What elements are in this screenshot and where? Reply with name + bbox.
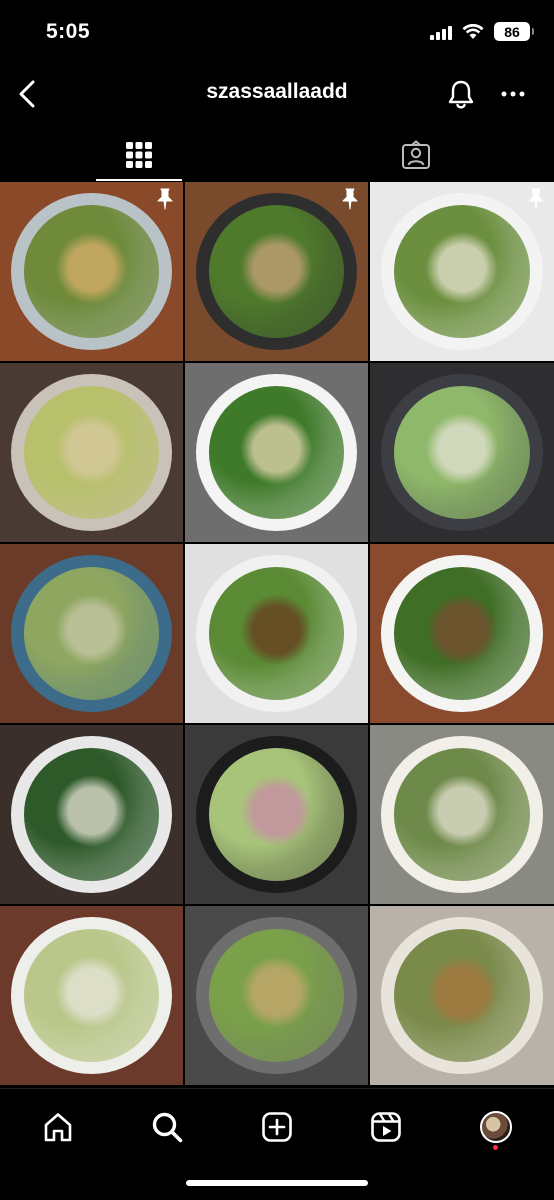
post-thumbnail[interactable] [185, 363, 368, 542]
salad-topping [239, 413, 314, 485]
salad-topping [54, 232, 129, 304]
post-thumbnail[interactable] [0, 363, 183, 542]
post-thumbnail[interactable] [370, 544, 554, 723]
pinned-icon [155, 188, 175, 215]
notifications-button[interactable] [444, 76, 478, 112]
post-thumbnail[interactable] [0, 906, 183, 1085]
post-thumbnail[interactable] [185, 544, 368, 723]
battery-indicator: 86 [494, 22, 534, 41]
nav-create[interactable] [255, 1105, 299, 1149]
create-post-icon [262, 1112, 292, 1142]
post-thumbnail[interactable] [370, 182, 554, 361]
salad-topping [54, 775, 129, 847]
bell-icon [448, 80, 474, 109]
activity-dot [493, 1145, 498, 1150]
post-thumbnail[interactable] [185, 182, 368, 361]
post-thumbnail[interactable] [185, 906, 368, 1085]
pinned-icon [340, 188, 360, 215]
post-thumbnail[interactable] [0, 544, 183, 723]
post-thumbnail[interactable] [370, 725, 554, 904]
profile-header: szassaallaadd [0, 66, 554, 122]
salad-topping [425, 232, 499, 304]
nav-profile[interactable] [474, 1105, 518, 1149]
salad-topping [54, 956, 129, 1028]
salad-topping [425, 956, 499, 1028]
home-indicator [186, 1180, 368, 1186]
salad-topping [54, 413, 129, 485]
more-options-button[interactable] [496, 76, 530, 112]
post-thumbnail[interactable] [0, 182, 183, 361]
cellular-signal-icon [430, 24, 452, 40]
wifi-icon [462, 23, 484, 39]
battery-level: 86 [504, 23, 520, 40]
post-thumbnail[interactable] [370, 906, 554, 1085]
profile-avatar [480, 1111, 512, 1143]
salad-topping [239, 775, 314, 847]
search-icon [152, 1112, 183, 1143]
status-time: 5:05 [46, 20, 91, 43]
salad-topping [239, 956, 314, 1028]
home-icon [44, 1113, 72, 1142]
salad-topping [425, 413, 499, 485]
status-bar: 5:05 86 [0, 0, 554, 62]
salad-topping [425, 775, 499, 847]
nav-reels[interactable] [364, 1105, 408, 1149]
post-thumbnail[interactable] [370, 363, 554, 542]
salad-topping [54, 594, 129, 666]
more-horizontal-icon [501, 91, 525, 97]
status-icons: 86 [430, 22, 534, 41]
nav-search[interactable] [145, 1105, 189, 1149]
reels-icon [371, 1112, 401, 1142]
posts-grid [0, 182, 554, 1088]
salad-topping [239, 594, 314, 666]
tagged-person-icon [401, 140, 430, 169]
salad-topping [239, 232, 314, 304]
active-tab-indicator [96, 179, 182, 181]
salad-topping [425, 594, 499, 666]
pinned-icon [526, 188, 546, 215]
grid-icon [125, 142, 152, 168]
post-thumbnail[interactable] [185, 725, 368, 904]
profile-tabs [0, 128, 554, 182]
tab-posts-grid[interactable] [0, 128, 277, 182]
nav-home[interactable] [36, 1105, 80, 1149]
post-thumbnail[interactable] [0, 725, 183, 904]
tab-tagged[interactable] [277, 128, 554, 182]
